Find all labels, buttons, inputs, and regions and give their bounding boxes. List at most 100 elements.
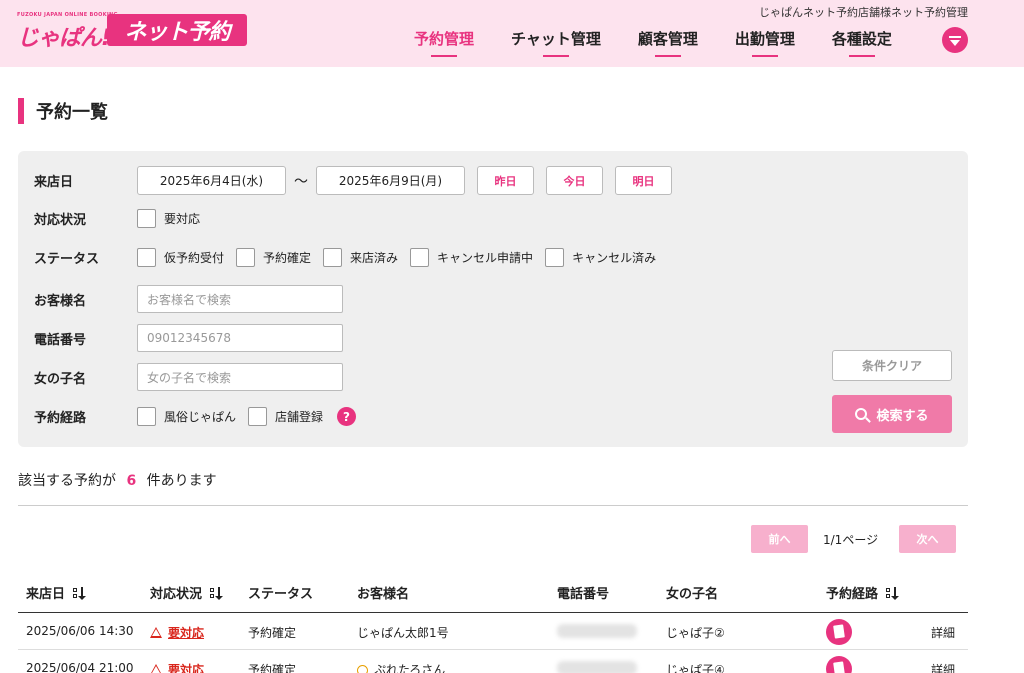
visit-date-label: 来店日 xyxy=(34,175,74,190)
detail-link[interactable]: 詳細 xyxy=(931,624,955,641)
tomorrow-button[interactable]: 明日 xyxy=(615,166,672,195)
cell-phone-masked xyxy=(557,661,637,673)
main-nav: 予約管理 チャット管理 顧客管理 出勤管理 各種設定 xyxy=(414,28,892,49)
th-visit-date[interactable]: 来店日 xyxy=(26,583,88,602)
warning-icon xyxy=(150,664,162,673)
cell-phone-masked xyxy=(557,624,637,638)
checkbox-label: 要対応 xyxy=(164,212,201,226)
logo-box-text: ネット予約 xyxy=(107,14,247,46)
nav-attendance[interactable]: 出勤管理 xyxy=(735,28,795,49)
visit-date-row: 来店日 2025年6月4日(水) ～ 2025年6月9日(月) 昨日 今日 明日 xyxy=(34,166,672,195)
checkbox-status-cancelled[interactable]: キャンセル済み xyxy=(545,248,656,267)
phone-blur xyxy=(557,624,637,638)
checkbox-status-provisional[interactable]: 仮予約受付 xyxy=(137,248,224,267)
checkbox-status-cancel-requested[interactable]: キャンセル申請中 xyxy=(410,248,533,267)
girl-name-input[interactable]: 女の子名で検索 xyxy=(137,363,343,391)
today-button[interactable]: 今日 xyxy=(546,166,603,195)
date-range-tilde: ～ xyxy=(294,173,308,190)
yesterday-button[interactable]: 昨日 xyxy=(477,166,534,195)
detail-link[interactable]: 詳細 xyxy=(931,661,955,673)
search-button-label: 検索する xyxy=(876,408,929,424)
checkbox-label: 予約確定 xyxy=(263,251,312,265)
customer-text: ぷれたろさん xyxy=(374,663,446,673)
clear-conditions-button[interactable]: 条件クリア xyxy=(832,350,952,381)
checkbox-label: 仮予約受付 xyxy=(164,251,225,265)
status-row: ステータス 仮予約受付 予約確定 来店済み キャンセル申請中 キャンセル済み xyxy=(34,248,668,267)
checkbox-box[interactable] xyxy=(137,209,156,228)
response-label: 対応状況 xyxy=(34,213,87,228)
logo-text: じゃぱん! xyxy=(17,26,111,51)
phone-label: 電話番号 xyxy=(34,332,87,348)
dropdown-circle-icon[interactable] xyxy=(942,27,968,53)
checkbox-label: 風俗じゃぱん xyxy=(164,410,237,424)
response-text: 要対応 xyxy=(168,663,205,673)
cell-status: 予約確定 xyxy=(248,626,297,640)
help-icon[interactable]: ? xyxy=(337,407,357,426)
status-label: ステータス xyxy=(34,252,100,267)
customer-name-input[interactable]: お客様名で検索 xyxy=(137,285,343,313)
th-label: 対応状況 xyxy=(150,587,203,602)
cell-response-link[interactable]: 要対応 xyxy=(150,661,204,673)
sort-icon[interactable] xyxy=(72,586,88,600)
response-row: 対応状況 要対応 xyxy=(34,209,212,228)
date-from-input[interactable]: 2025年6月4日(水) xyxy=(137,166,286,195)
checkbox-label: キャンセル済み xyxy=(572,251,657,265)
page-indicator: 1/1ページ xyxy=(823,533,879,547)
cell-visit-date: 2025/06/04 21:00 xyxy=(26,661,134,673)
sort-icon[interactable] xyxy=(209,586,225,600)
checkbox-needs-response[interactable]: 要対応 xyxy=(137,209,200,228)
th-label: 予約経路 xyxy=(826,587,879,602)
page-title-text: 予約一覧 xyxy=(36,102,108,123)
info-icon xyxy=(357,665,368,673)
cell-response-link[interactable]: 要対応 xyxy=(150,624,204,641)
sort-icon[interactable] xyxy=(885,586,901,600)
checkbox-box[interactable] xyxy=(545,248,565,267)
next-page-button[interactable]: 次へ xyxy=(899,525,956,553)
cell-visit-date: 2025/06/06 14:30 xyxy=(26,624,134,638)
route-japan-icon xyxy=(826,656,852,673)
search-panel: 来店日 2025年6月4日(水) ～ 2025年6月9日(月) 昨日 今日 明日… xyxy=(18,151,968,447)
th-girl: 女の子名 xyxy=(666,587,719,602)
phone-blur xyxy=(557,661,637,673)
customer-label: お客様名 xyxy=(34,293,87,309)
checkbox-box[interactable] xyxy=(137,407,156,426)
girl-label: 女の子名 xyxy=(34,371,87,387)
checkbox-box[interactable] xyxy=(236,248,256,267)
table-row-line xyxy=(18,649,968,650)
divider xyxy=(18,505,968,506)
phone-input[interactable]: 09012345678 xyxy=(137,324,343,352)
logo-tagline: FUZOKU JAPAN ONLINE BOOKING xyxy=(17,12,118,18)
checkbox-label: 店舗登録 xyxy=(275,410,324,424)
result-count: 6 xyxy=(126,473,137,489)
girl-row: 女の子名 女の子名で検索 xyxy=(34,363,343,391)
th-response[interactable]: 対応状況 xyxy=(150,583,225,602)
checkbox-box[interactable] xyxy=(137,248,156,267)
response-text: 要対応 xyxy=(168,626,205,640)
customer-row: お客様名 お客様名で検索 xyxy=(34,285,343,313)
page-title: 予約一覧 xyxy=(18,98,108,124)
search-button[interactable]: 検索する xyxy=(832,395,952,433)
checkbox-label: 来店済み xyxy=(350,251,399,265)
cell-girl: じゃぱ子④ xyxy=(666,663,725,673)
th-customer: お客様名 xyxy=(357,587,410,602)
checkbox-route-shop[interactable]: 店舗登録 xyxy=(248,407,323,426)
nav-settings[interactable]: 各種設定 xyxy=(832,28,892,49)
checkbox-box[interactable] xyxy=(248,407,268,426)
nav-customers[interactable]: 顧客管理 xyxy=(638,28,698,49)
route-label: 予約経路 xyxy=(34,411,87,426)
checkbox-status-visited[interactable]: 来店済み xyxy=(323,248,398,267)
prev-page-button[interactable]: 前へ xyxy=(751,525,808,553)
th-label: 来店日 xyxy=(26,587,66,602)
nav-reservations[interactable]: 予約管理 xyxy=(414,28,474,49)
cell-girl: じゃぱ子② xyxy=(666,626,725,640)
checkbox-box[interactable] xyxy=(323,248,343,267)
checkbox-status-confirmed[interactable]: 予約確定 xyxy=(236,248,311,267)
checkbox-box[interactable] xyxy=(410,248,430,267)
cell-status: 予約確定 xyxy=(248,663,297,673)
date-to-input[interactable]: 2025年6月9日(月) xyxy=(316,166,465,195)
th-route[interactable]: 予約経路 xyxy=(826,583,901,602)
checkbox-route-japan[interactable]: 風俗じゃぱん xyxy=(137,407,236,426)
nav-chat[interactable]: チャット管理 xyxy=(511,28,601,49)
route-row: 予約経路 風俗じゃぱん 店舗登録 ? xyxy=(34,407,357,426)
header: FUZOKU JAPAN ONLINE BOOKING じゃぱん! ネット予約 … xyxy=(0,0,1024,67)
